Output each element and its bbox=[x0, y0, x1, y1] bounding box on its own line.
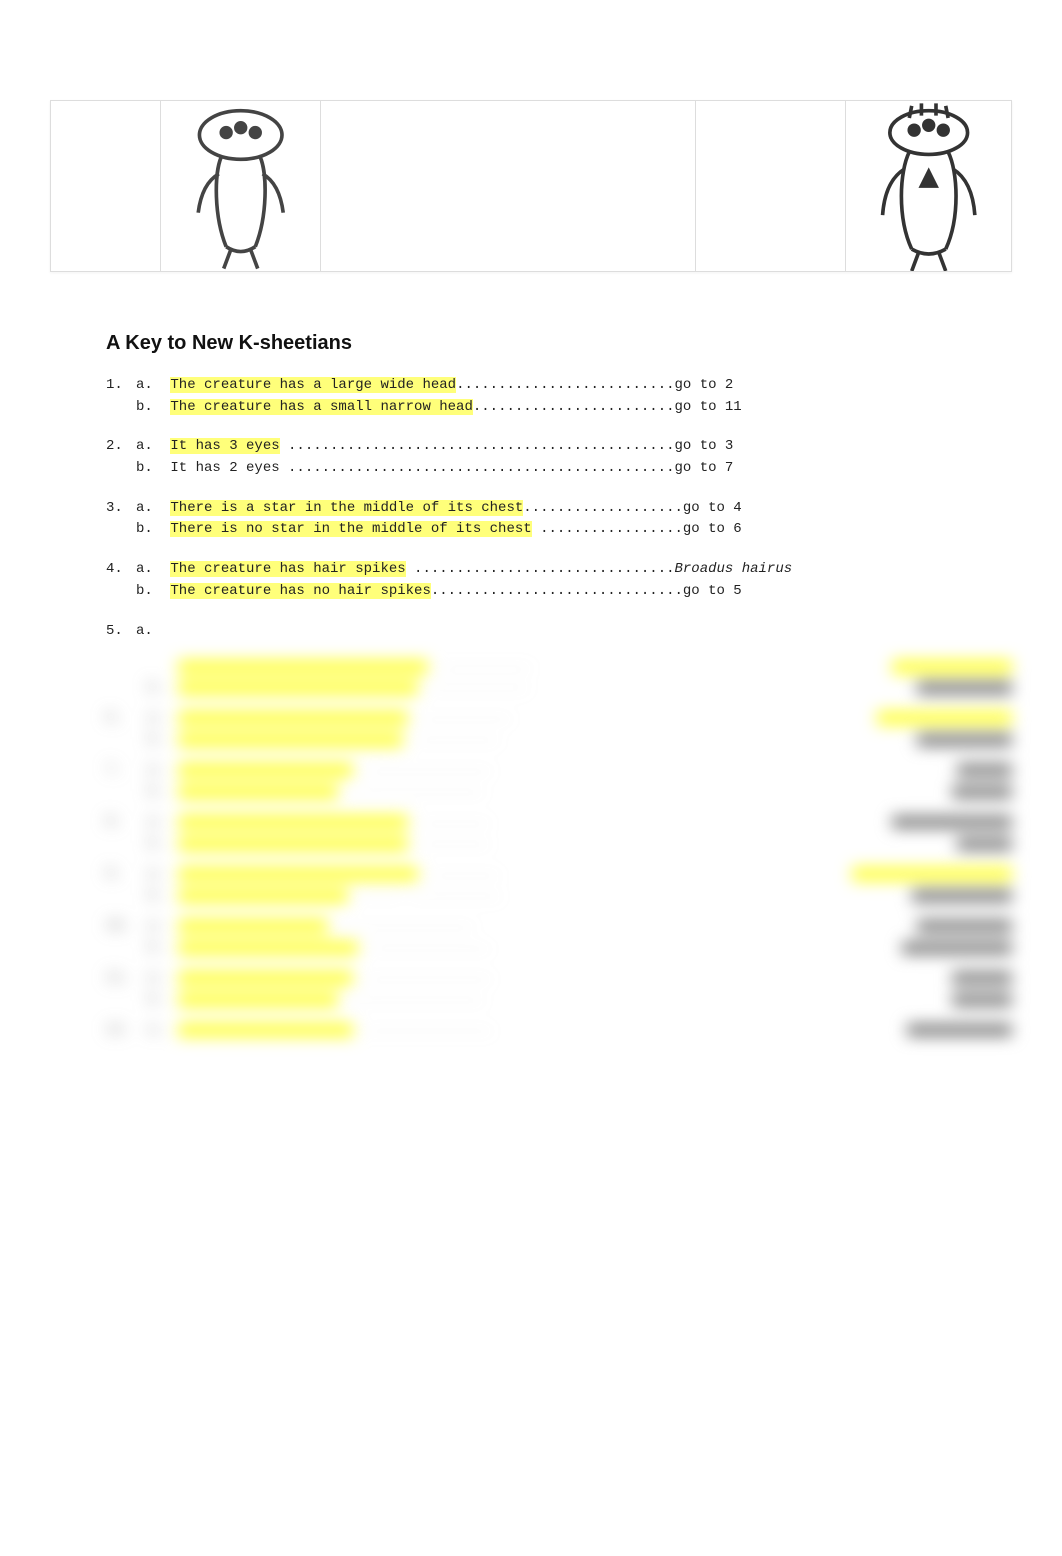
key-entry: 2.a. It has 3 eyes .....................… bbox=[106, 436, 1012, 479]
creature-image-row bbox=[50, 100, 1012, 272]
key-entry: 1.a. The creature has a large wide head.… bbox=[106, 375, 1012, 418]
blurred-row: b............. bbox=[106, 732, 1012, 748]
key-line-b: b. The creature has no hair spikes......… bbox=[106, 581, 1012, 603]
blurred-row: 8.a........... bbox=[106, 814, 1012, 830]
key-line-a: 2.a. It has 3 eyes .....................… bbox=[106, 436, 1012, 458]
blurred-row: 10.a.................... bbox=[106, 918, 1012, 934]
key-line-a: 1.a. The creature has a large wide head.… bbox=[106, 375, 1012, 397]
key-line-b: b. The creature has a small narrow head.… bbox=[106, 397, 1012, 419]
blurred-row: 7.a................... bbox=[106, 762, 1012, 778]
img-cell-2 bbox=[161, 101, 321, 271]
key-line-a: 4.a. The creature has hair spikes ......… bbox=[106, 559, 1012, 581]
blurred-row: b....... ............. bbox=[106, 888, 1012, 904]
key-line-b: b. It has 2 eyes .......................… bbox=[106, 458, 1012, 480]
blurred-row: 11.a................... bbox=[106, 970, 1012, 986]
key-line-a: 3.a. There is a star in the middle of it… bbox=[106, 498, 1012, 520]
img-cell-5 bbox=[846, 101, 1011, 271]
key-line-b: b. There is no star in the middle of its… bbox=[106, 519, 1012, 541]
blurred-content: ............. b............... 6.a........… bbox=[50, 660, 1012, 1038]
blurred-row: b............... bbox=[106, 680, 1012, 696]
key-entry: 5.a. bbox=[106, 621, 1012, 643]
key-entry: 4.a. The creature has hair spikes ......… bbox=[106, 559, 1012, 602]
page-title: A Key to New K-sheetians bbox=[106, 332, 1012, 355]
blurred-row: 9.a........... bbox=[106, 866, 1012, 882]
blurred-row: b........... bbox=[106, 836, 1012, 852]
key-entry: 3.a. There is a star in the middle of it… bbox=[106, 498, 1012, 541]
blurred-row: b.................... bbox=[106, 784, 1012, 800]
blurred-row: 12.a................... bbox=[106, 1022, 1012, 1038]
key-line-a: 5.a. bbox=[106, 621, 1012, 643]
img-cell-4 bbox=[696, 101, 846, 271]
blurred-row: ............. bbox=[106, 660, 1012, 674]
creature-illustration-1 bbox=[180, 101, 301, 271]
img-cell-3 bbox=[321, 101, 696, 271]
dichotomous-key: 1.a. The creature has a large wide head.… bbox=[50, 375, 1012, 642]
img-cell-1 bbox=[51, 101, 161, 271]
blurred-row: 6.a.............. bbox=[106, 710, 1012, 726]
blurred-row: b.................. bbox=[106, 940, 1012, 956]
blurred-row: b.................... bbox=[106, 992, 1012, 1008]
creature-illustration-2 bbox=[868, 101, 989, 271]
